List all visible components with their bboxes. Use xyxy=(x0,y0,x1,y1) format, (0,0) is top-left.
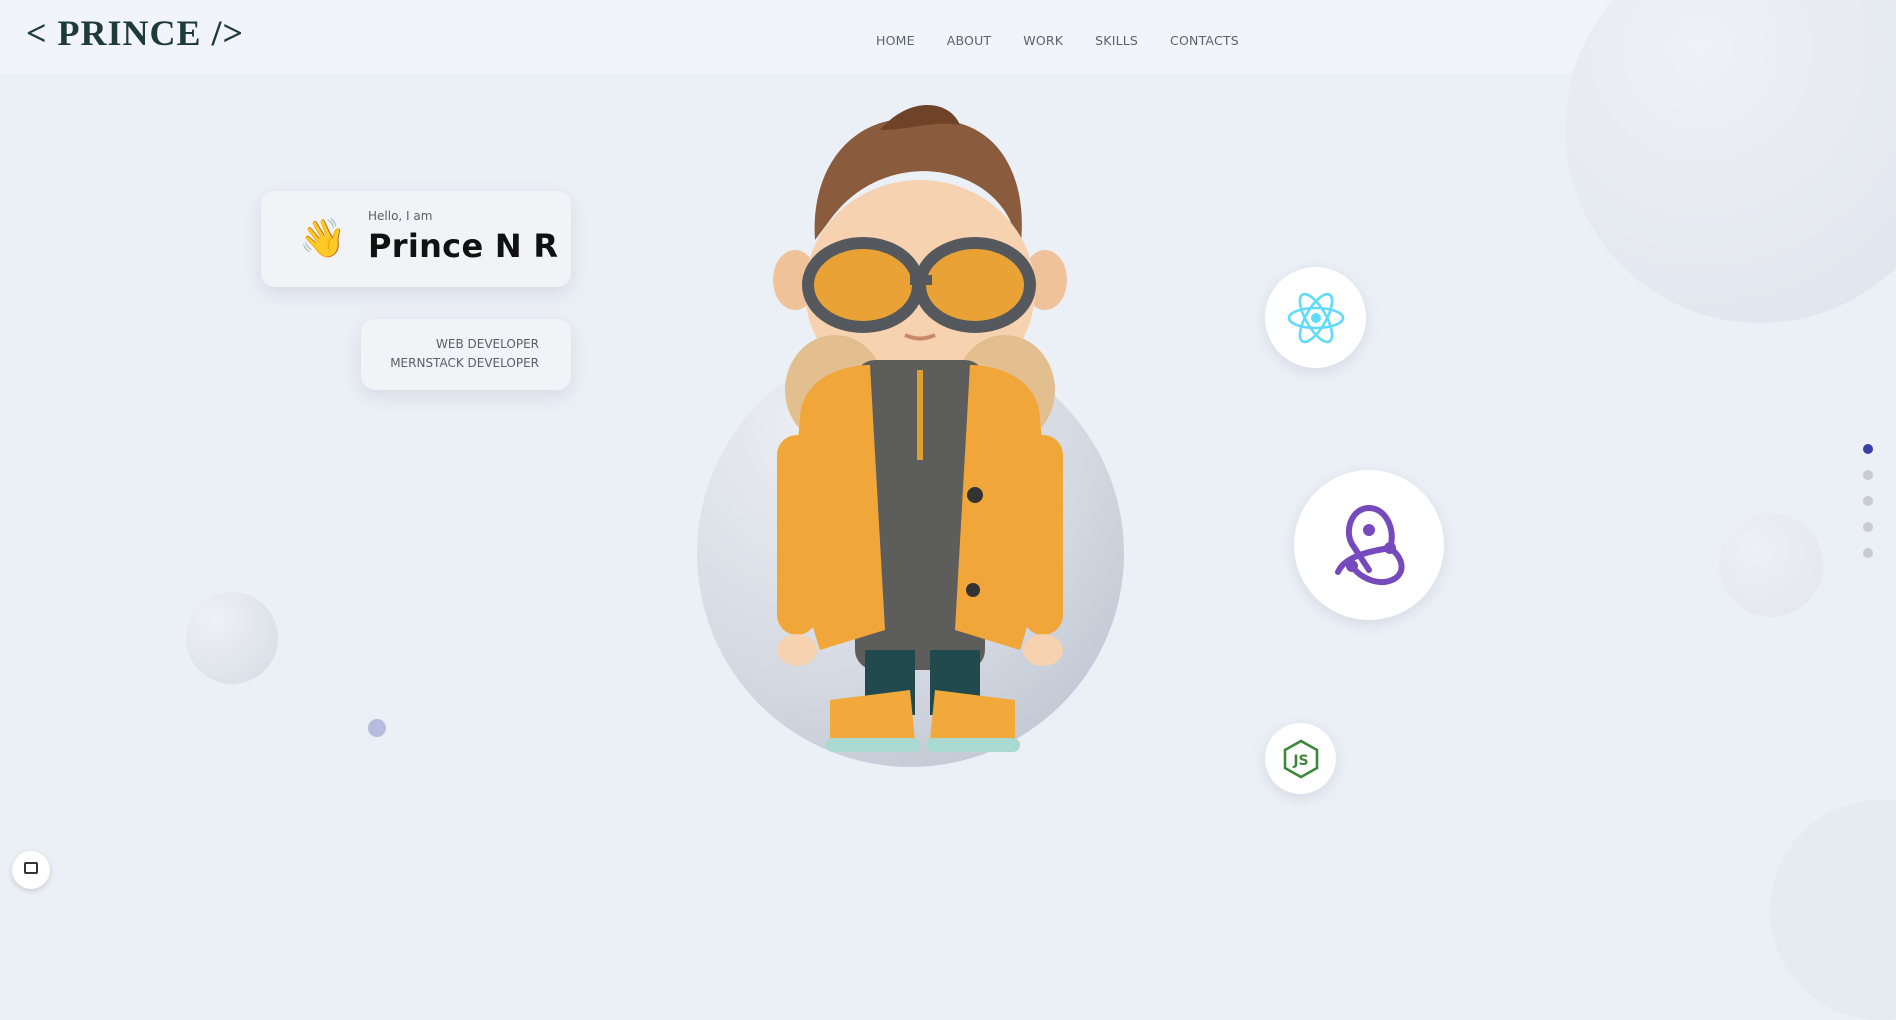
section-pagination xyxy=(1863,444,1873,574)
nav-home[interactable]: HOME xyxy=(876,33,915,48)
logo[interactable]: < PRINCE /> xyxy=(26,12,244,54)
svg-text:JS: JS xyxy=(1292,753,1308,769)
nodejs-icon: JS xyxy=(1283,739,1318,778)
section-dot-2[interactable] xyxy=(1863,470,1873,480)
skill-react-badge xyxy=(1265,267,1366,368)
linkedin-button[interactable] xyxy=(12,851,50,889)
decor-dot xyxy=(368,719,386,737)
avatar-illustration xyxy=(773,105,1067,752)
decor-bubble xyxy=(1719,513,1823,617)
section-dot-1[interactable] xyxy=(1863,444,1873,454)
react-icon xyxy=(1287,292,1344,343)
section-dot-4[interactable] xyxy=(1863,522,1873,532)
nav-contacts[interactable]: CONTACTS xyxy=(1170,33,1239,48)
waving-hand-icon: 👋 xyxy=(299,218,347,260)
decor-bubble xyxy=(186,592,278,684)
role-text: WEB DEVELOPER xyxy=(436,337,539,351)
section-dot-5[interactable] xyxy=(1863,548,1873,558)
name-heading: Prince N R xyxy=(368,227,559,265)
decor-bubble xyxy=(1565,0,1896,323)
linkedin-icon xyxy=(24,862,38,874)
role-text: MERNSTACK DEVELOPER xyxy=(390,356,539,370)
intro-card: 👋 Hello, I am Prince N R xyxy=(261,191,571,287)
decor-bubble xyxy=(1770,800,1896,1020)
skill-nodejs-badge: JS xyxy=(1265,723,1336,794)
skill-redux-badge xyxy=(1294,470,1444,620)
section-dot-3[interactable] xyxy=(1863,496,1873,506)
greeting-text: Hello, I am xyxy=(368,209,433,223)
role-card: WEB DEVELOPER MERNSTACK DEVELOPER xyxy=(361,319,571,390)
nav-about[interactable]: ABOUT xyxy=(947,33,992,48)
nav-work[interactable]: WORK xyxy=(1023,33,1063,48)
main-nav: HOME ABOUT WORK SKILLS CONTACTS xyxy=(876,33,1271,48)
nav-skills[interactable]: SKILLS xyxy=(1095,33,1138,48)
redux-icon xyxy=(1335,505,1405,586)
